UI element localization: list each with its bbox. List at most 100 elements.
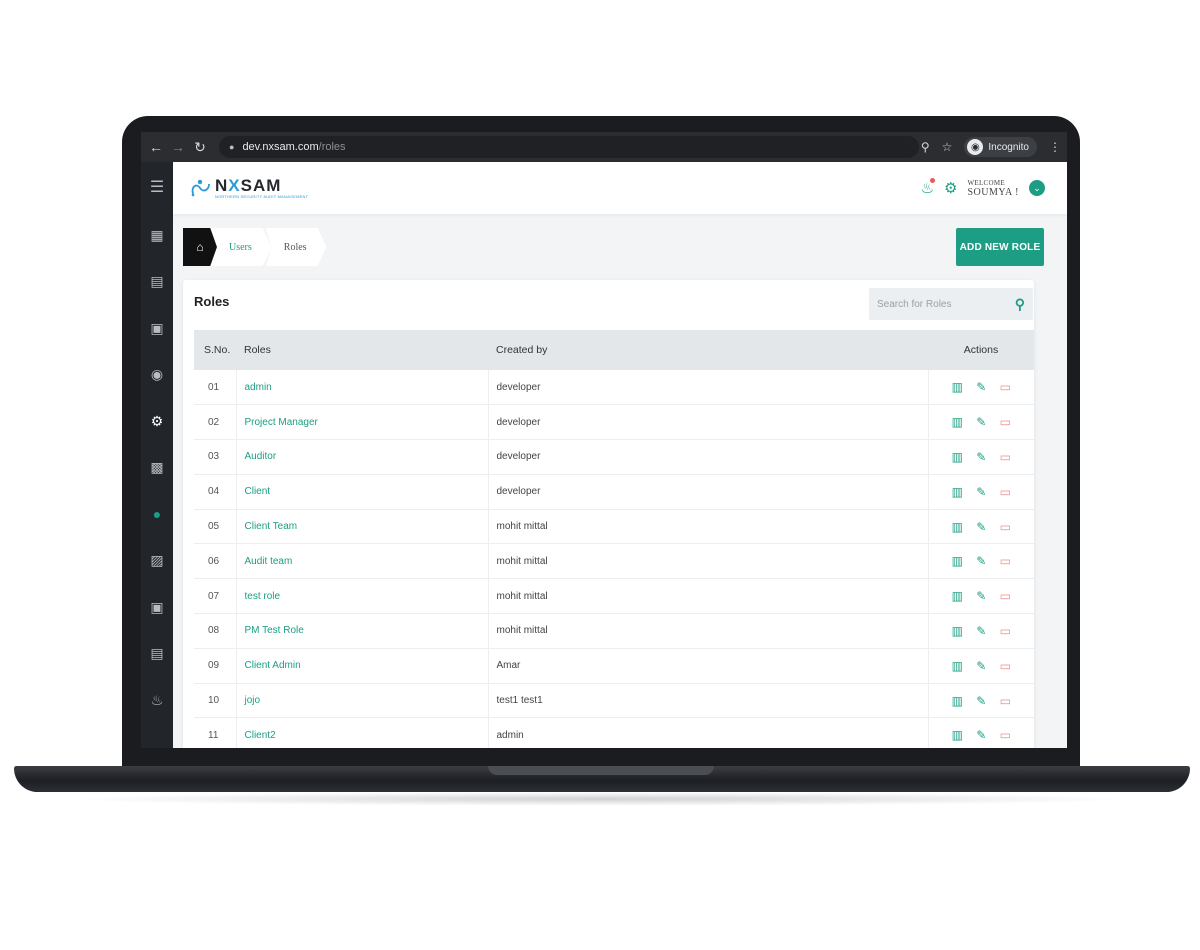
row-role-link[interactable]: Project Manager xyxy=(236,404,489,440)
notification-bell-icon[interactable]: ♨ xyxy=(141,677,173,724)
view-icon[interactable]: ▥ xyxy=(945,520,969,534)
home-icon[interactable]: ⌂ xyxy=(183,228,217,266)
chevron-down-icon[interactable]: ⌄ xyxy=(1029,180,1045,196)
lock-icon: ● xyxy=(229,142,235,152)
row-role-link[interactable]: Client xyxy=(236,474,489,510)
view-icon[interactable]: ▥ xyxy=(945,485,969,499)
row-created-by: admin xyxy=(488,717,929,748)
row-actions: ▥ ✎ ▭ xyxy=(928,440,1034,475)
incognito-badge[interactable]: ◉ Incognito xyxy=(964,137,1037,157)
view-icon[interactable]: ▥ xyxy=(945,624,969,638)
delete-trash-icon[interactable]: ▭ xyxy=(993,485,1017,499)
forward-arrow-icon[interactable]: → xyxy=(167,139,189,155)
edit-pencil-icon[interactable]: ✎ xyxy=(969,380,993,394)
row-actions: ▥ ✎ ▭ xyxy=(928,579,1034,614)
laptop-screen: ← → ↻ ● dev.nxsam.com/roles ⚲ ☆ ◉ Incogn… xyxy=(141,132,1067,748)
row-sno: 03 xyxy=(194,439,237,475)
delete-trash-icon[interactable]: ▭ xyxy=(993,450,1017,464)
table-row: 04 Client developer ▥ ✎ ▭ xyxy=(194,474,1034,510)
edit-pencil-icon[interactable]: ✎ xyxy=(969,728,993,742)
url-host: dev.nxsam.com xyxy=(242,141,319,153)
row-actions: ▥ ✎ ▭ xyxy=(928,544,1034,579)
search-input[interactable] xyxy=(877,298,1005,310)
edit-pencil-icon[interactable]: ✎ xyxy=(969,694,993,708)
delete-trash-icon[interactable]: ▭ xyxy=(993,520,1017,534)
reload-icon[interactable]: ↻ xyxy=(189,139,211,156)
view-icon[interactable]: ▥ xyxy=(945,554,969,568)
view-icon[interactable]: ▥ xyxy=(945,589,969,603)
settings-icon[interactable]: ⚙ xyxy=(944,179,957,197)
address-bar[interactable]: ● dev.nxsam.com/roles xyxy=(219,136,919,158)
edit-pencil-icon[interactable]: ✎ xyxy=(969,415,993,429)
calendar-icon[interactable]: ▩ xyxy=(141,445,173,492)
delete-trash-icon[interactable]: ▭ xyxy=(993,380,1017,394)
delete-trash-icon[interactable]: ▭ xyxy=(993,728,1017,742)
report-icon[interactable]: ▤ xyxy=(141,259,173,306)
zoom-search-icon[interactable]: ⚲ xyxy=(921,140,930,154)
row-role-link[interactable]: admin xyxy=(236,370,489,405)
delete-trash-icon[interactable]: ▭ xyxy=(993,694,1017,708)
view-icon[interactable]: ▥ xyxy=(945,694,969,708)
header-sno: S.No. xyxy=(204,344,231,356)
search-box: ⚲ xyxy=(869,288,1033,320)
header-created-by: Created by xyxy=(496,344,548,356)
edit-pencil-icon[interactable]: ✎ xyxy=(969,520,993,534)
edit-pencil-icon[interactable]: ✎ xyxy=(969,485,993,499)
view-icon[interactable]: ▥ xyxy=(945,415,969,429)
edit-pencil-icon[interactable]: ✎ xyxy=(969,589,993,603)
row-sno: 09 xyxy=(194,648,237,684)
edit-pencil-icon[interactable]: ✎ xyxy=(969,659,993,673)
delete-trash-icon[interactable]: ▭ xyxy=(993,659,1017,673)
incognito-icon: ◉ xyxy=(967,139,984,155)
edit-pencil-icon[interactable]: ✎ xyxy=(969,624,993,638)
delete-trash-icon[interactable]: ▭ xyxy=(993,624,1017,638)
view-icon[interactable]: ▥ xyxy=(945,380,969,394)
table-row: 11 Client2 admin ▥ ✎ ▭ xyxy=(194,717,1034,748)
table-row: 06 Audit team mohit mittal ▥ ✎ ▭ xyxy=(194,543,1034,579)
card-title: Roles xyxy=(194,294,230,309)
breadcrumb-users[interactable]: Users xyxy=(211,228,272,266)
row-role-link[interactable]: Auditor xyxy=(236,439,489,475)
edit-pencil-icon[interactable]: ✎ xyxy=(969,450,993,464)
nxsam-logo[interactable]: NXSAM NORTHERN SECURITY AUDIT MANAGEMENT xyxy=(189,176,308,200)
settings-gear-icon[interactable]: ⚙ xyxy=(141,398,173,445)
edit-pencil-icon[interactable]: ✎ xyxy=(969,554,993,568)
clipboard-icon[interactable]: ▨ xyxy=(141,538,173,585)
row-created-by: developer xyxy=(488,439,929,475)
browser-menu-icon[interactable]: ⋮ xyxy=(1049,140,1061,154)
view-icon[interactable]: ▥ xyxy=(945,659,969,673)
shield-icon[interactable]: ● xyxy=(141,491,173,538)
row-created-by: Amar xyxy=(488,648,929,684)
hamburger-menu-icon[interactable]: ☰ xyxy=(141,162,173,212)
row-role-link[interactable]: Client Admin xyxy=(236,648,489,684)
file-icon[interactable]: ▤ xyxy=(141,631,173,678)
delete-trash-icon[interactable]: ▭ xyxy=(993,415,1017,429)
back-arrow-icon[interactable]: ← xyxy=(145,139,167,155)
row-role-link[interactable]: test role xyxy=(236,578,489,614)
row-role-link[interactable]: Client2 xyxy=(236,717,489,748)
document-icon[interactable]: ▣ xyxy=(141,305,173,352)
row-created-by: developer xyxy=(488,404,929,440)
header-roles: Roles xyxy=(244,344,271,356)
notification-bell-icon[interactable]: ♨ xyxy=(921,178,936,197)
row-role-link[interactable]: Client Team xyxy=(236,509,489,544)
row-sno: 08 xyxy=(194,613,237,649)
row-created-by: mohit mittal xyxy=(488,613,929,649)
laptop-shadow xyxy=(60,792,1140,806)
camera-icon[interactable]: ▣ xyxy=(141,584,173,631)
add-new-role-button[interactable]: ADD NEW ROLE xyxy=(956,228,1044,266)
row-sno: 05 xyxy=(194,509,237,544)
delete-trash-icon[interactable]: ▭ xyxy=(993,589,1017,603)
view-icon[interactable]: ▥ xyxy=(945,450,969,464)
bookmark-star-icon[interactable]: ☆ xyxy=(942,140,953,154)
row-role-link[interactable]: jojo xyxy=(236,683,489,718)
table-row: 03 Auditor developer ▥ ✎ ▭ xyxy=(194,439,1034,475)
row-role-link[interactable]: Audit team xyxy=(236,543,489,579)
row-actions: ▥ ✎ ▭ xyxy=(928,509,1034,544)
dashboard-icon[interactable]: ▦ xyxy=(141,212,173,259)
view-icon[interactable]: ▥ xyxy=(945,728,969,742)
globe-icon[interactable]: ◉ xyxy=(141,352,173,399)
delete-trash-icon[interactable]: ▭ xyxy=(993,554,1017,568)
row-role-link[interactable]: PM Test Role xyxy=(236,613,489,649)
search-icon[interactable]: ⚲ xyxy=(1015,296,1025,313)
